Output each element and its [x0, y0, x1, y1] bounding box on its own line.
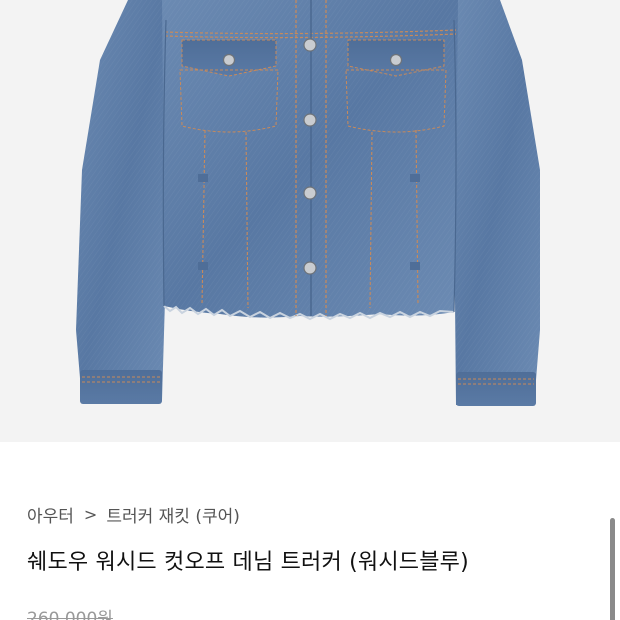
- breadcrumb: 아우터 > 트러커 재킷 (쿠어): [27, 502, 240, 527]
- chevron-right-icon: >: [83, 504, 98, 524]
- product-title: 쉐도우 워시드 컷오프 데님 트러커 (워시드블루): [27, 550, 469, 575]
- breadcrumb-subcategory[interactable]: 트러커 재킷 (쿠어): [106, 502, 240, 527]
- breadcrumb-category[interactable]: 아우터: [27, 502, 74, 527]
- denim-jacket-image: [76, 0, 540, 406]
- product-info: 아우터 > 트러커 재킷 (쿠어) 쉐도우 워시드 컷오프 데님 트러커 (워시…: [0, 442, 620, 620]
- scrollbar-thumb[interactable]: [610, 518, 615, 620]
- original-price: 260,000원: [27, 609, 113, 620]
- product-image[interactable]: [0, 0, 620, 442]
